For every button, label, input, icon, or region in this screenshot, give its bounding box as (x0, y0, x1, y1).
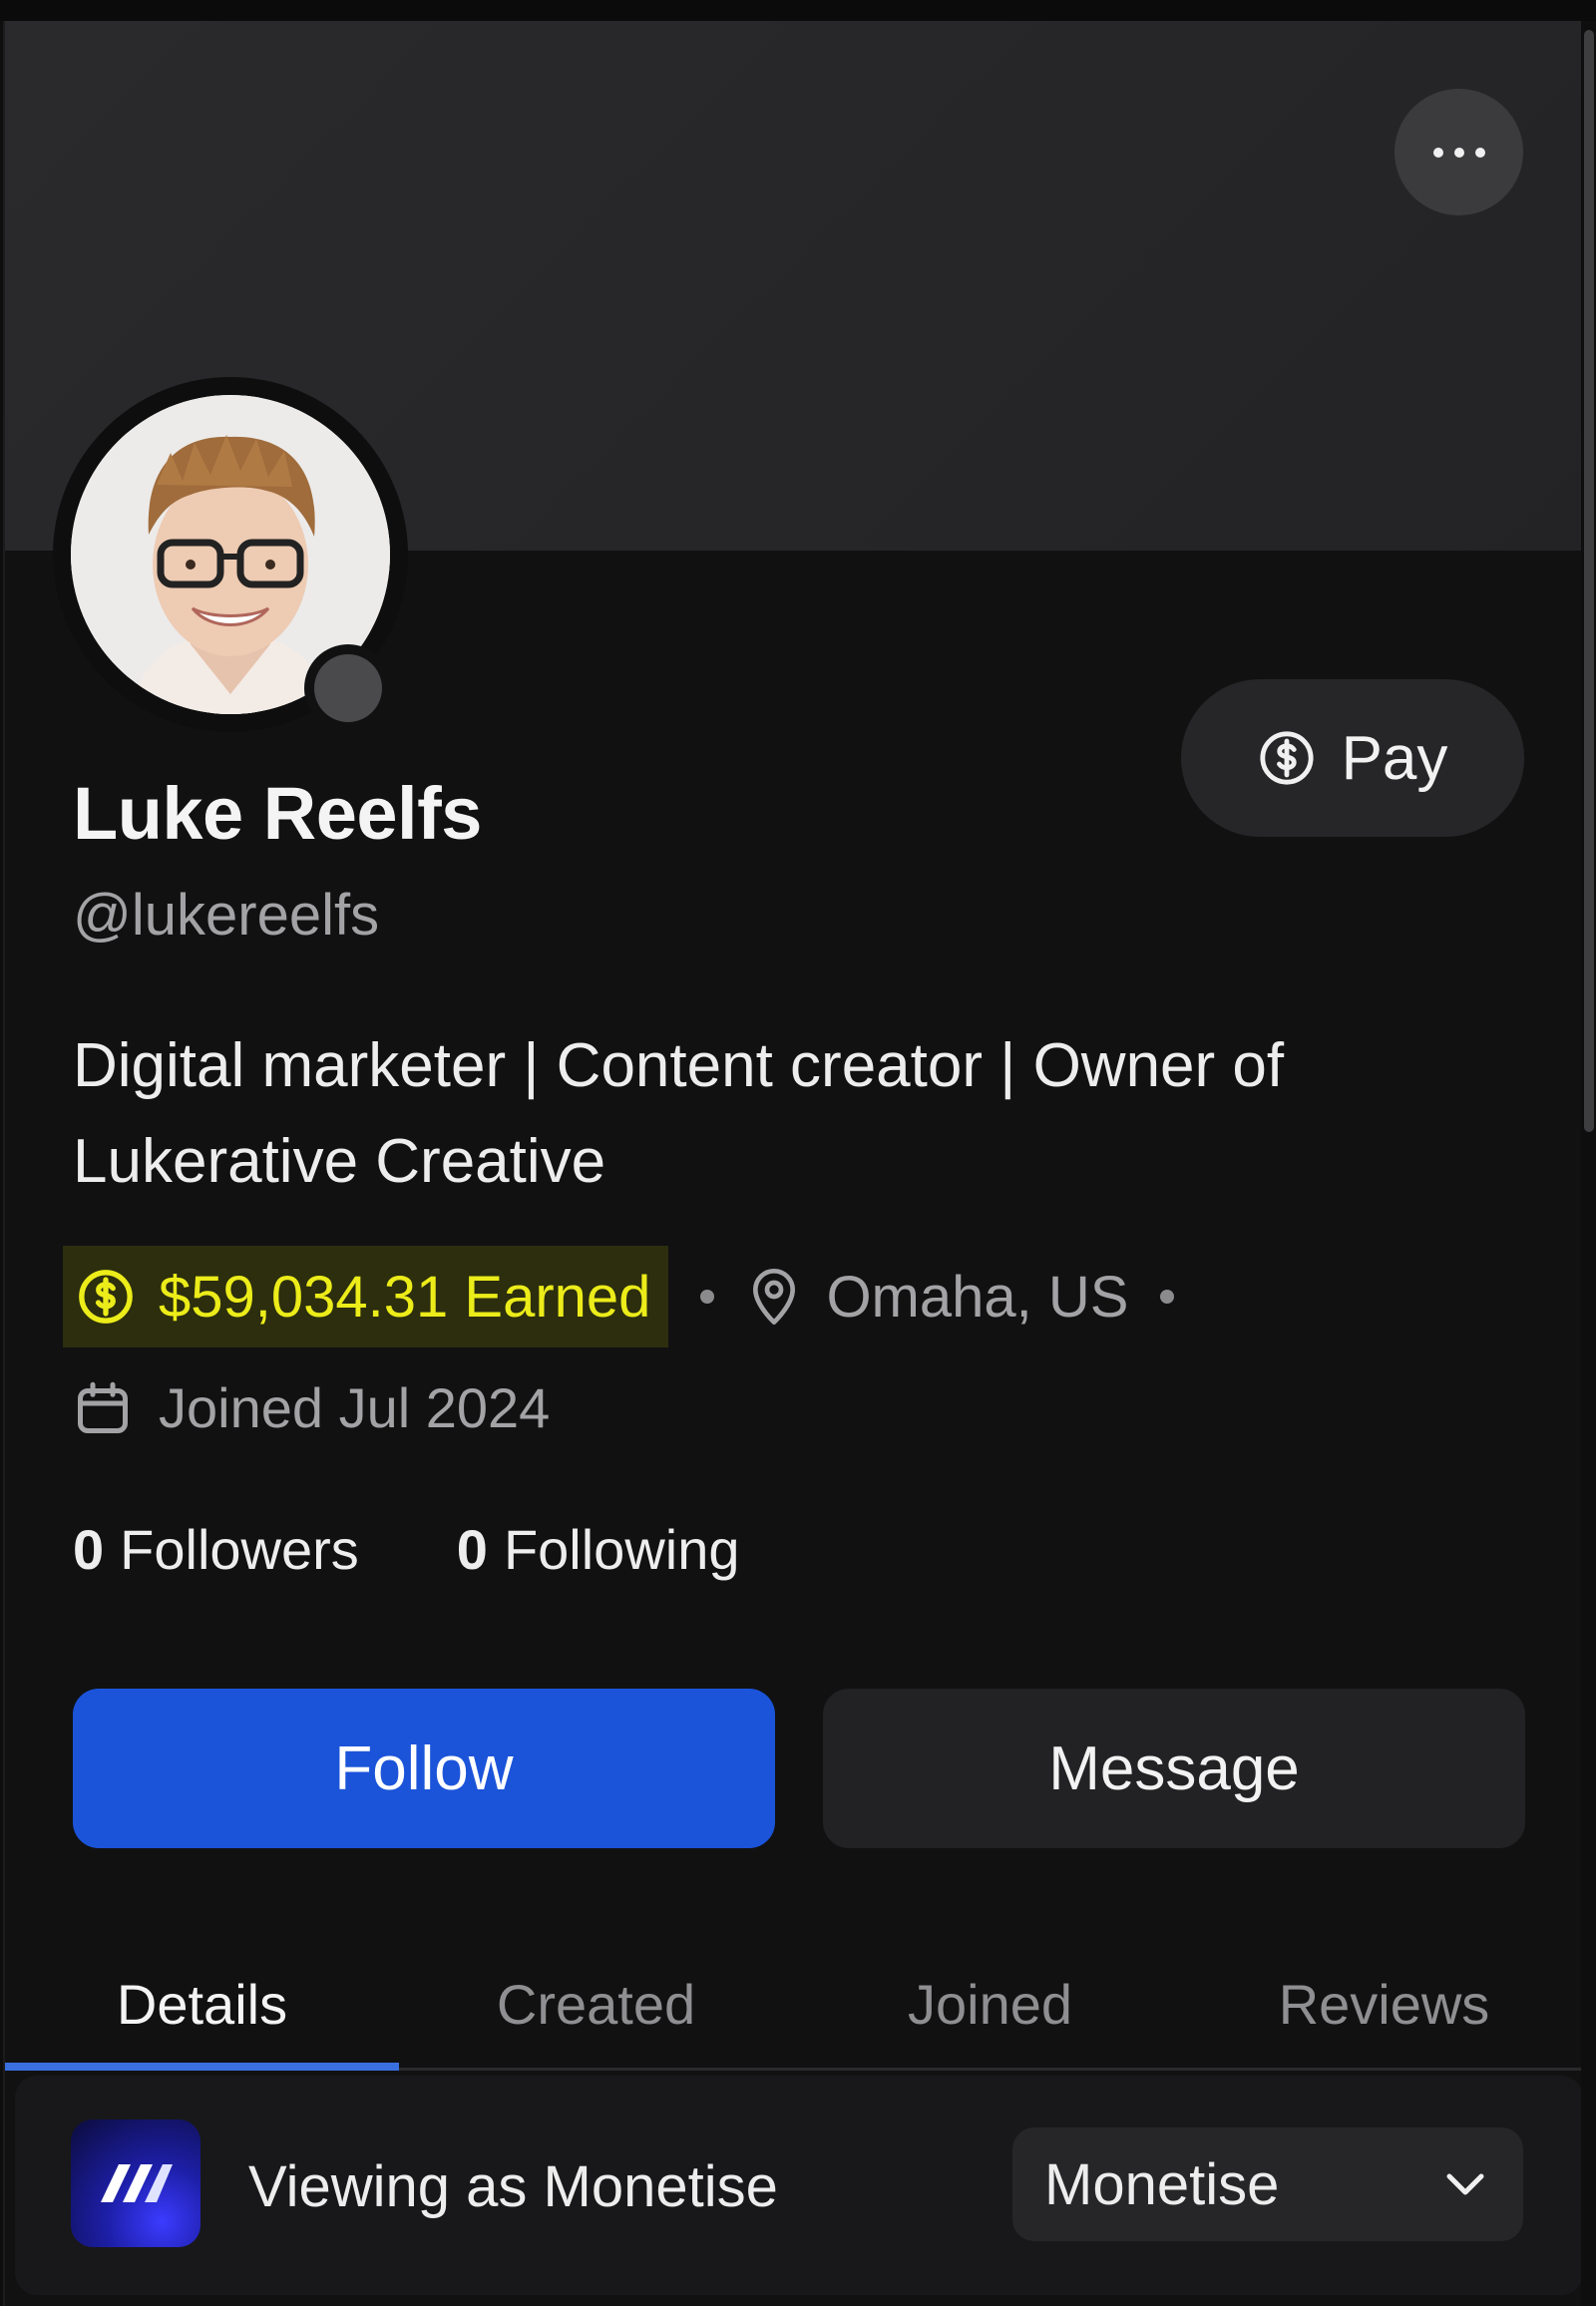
dollar-circle-icon (79, 1270, 133, 1324)
followers-count: 0 (73, 1518, 105, 1581)
select-value: Monetise (1044, 2151, 1280, 2217)
earned-amount: $59,034.31 Earned (159, 1264, 651, 1330)
tab-reviews[interactable]: Reviews (1187, 1940, 1581, 2068)
joined-date: Joined Jul 2024 (73, 1375, 550, 1440)
joined-text: Joined Jul 2024 (159, 1376, 551, 1439)
chevron-down-icon (1446, 2173, 1484, 2195)
scrollbar-thumb[interactable] (1584, 30, 1594, 1132)
dollar-circle-icon (1259, 731, 1314, 785)
separator-dot (1160, 1290, 1175, 1304)
online-status-indicator (304, 644, 392, 732)
profile-bio: Digital marketer | Content creator | Own… (73, 1031, 1285, 1196)
follow-stats: 0 Followers 0 Following (73, 1517, 740, 1582)
follow-button[interactable]: Follow (73, 1689, 775, 1848)
following-label: Following (503, 1518, 740, 1581)
following-count: 0 (456, 1518, 488, 1581)
tab-joined[interactable]: Joined (793, 1940, 1187, 2068)
scrollbar[interactable] (1582, 0, 1596, 2306)
location-text: Omaha, US (826, 1264, 1129, 1330)
viewing-as-select[interactable]: Monetise (1012, 2127, 1523, 2241)
tab-created[interactable]: Created (399, 1940, 793, 2068)
more-options-button[interactable] (1395, 89, 1523, 215)
following-link[interactable]: 0 Following (457, 1517, 740, 1582)
separator-dot (700, 1290, 715, 1304)
monetise-logo-icon (71, 2119, 200, 2247)
profile-meta-row: $59,034.31 Earned Omaha, US (63, 1246, 1206, 1347)
earned-badge: $59,034.31 Earned (63, 1246, 669, 1347)
pay-button[interactable]: Pay (1181, 679, 1524, 837)
browser-top-edge (0, 0, 1596, 21)
viewing-as-label: Viewing as Monetise (248, 2154, 778, 2219)
more-horizontal-icon (1432, 147, 1485, 158)
followers-link[interactable]: 0 Followers (73, 1517, 359, 1582)
location: Omaha, US (746, 1264, 1128, 1331)
pay-label: Pay (1341, 723, 1448, 793)
avatar-container[interactable] (53, 377, 408, 732)
tab-details[interactable]: Details (5, 1940, 399, 2071)
viewing-as-bar: Viewing as Monetise Monetise (15, 2076, 1581, 2295)
calendar-icon (78, 1381, 128, 1433)
profile-page: Pay Luke Reelfs @lukereelfs Digital mark… (3, 21, 1581, 2306)
profile-handle: @lukereelfs (73, 883, 380, 948)
followers-label: Followers (120, 1518, 359, 1581)
map-pin-icon (753, 1269, 796, 1325)
profile-name: Luke Reelfs (73, 772, 482, 855)
profile-tabs: Details Created Joined Reviews (5, 1940, 1581, 2071)
message-button[interactable]: Message (823, 1689, 1525, 1848)
